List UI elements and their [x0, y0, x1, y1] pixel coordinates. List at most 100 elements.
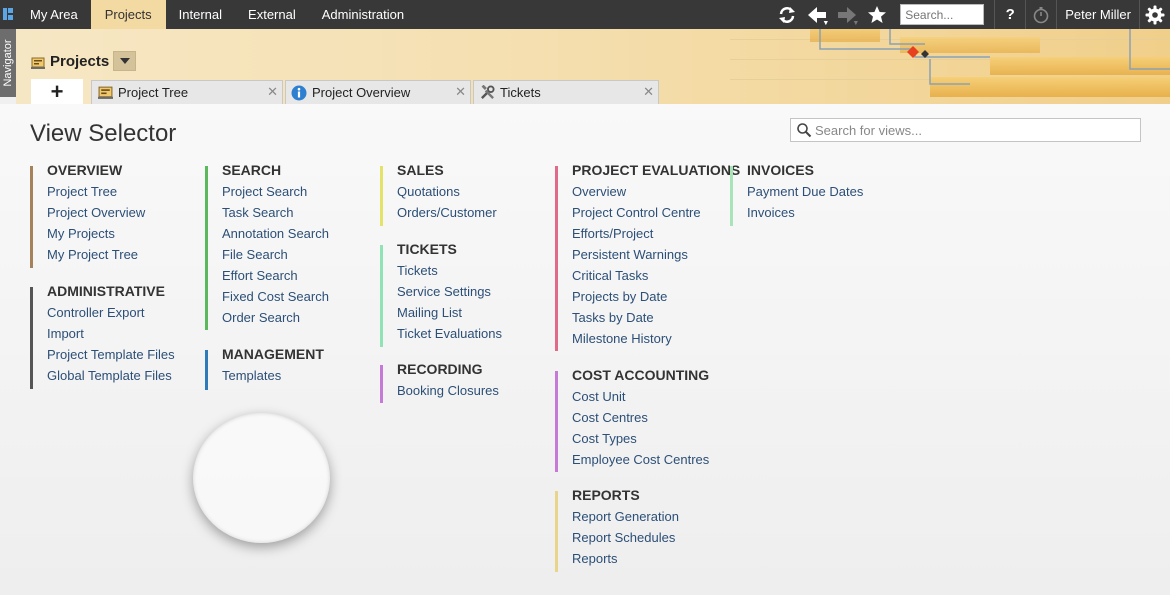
tab-project-overview[interactable]: Project Overview ✕ [285, 80, 471, 104]
view-link-controller-export[interactable]: Controller Export [47, 302, 175, 323]
view-link-project-tree[interactable]: Project Tree [47, 181, 145, 202]
gear-icon [1145, 5, 1165, 24]
view-link-invoices[interactable]: Invoices [747, 202, 863, 223]
view-link-report-generation[interactable]: Report Generation [572, 506, 679, 527]
group-heading: REPORTS [572, 487, 640, 503]
view-link-templates[interactable]: Templates [222, 365, 324, 386]
star-icon [868, 5, 887, 23]
magnifier-highlight [193, 413, 330, 543]
view-link-cost-unit[interactable]: Cost Unit [572, 386, 709, 407]
nav-tab-projects[interactable]: Projects [90, 0, 166, 29]
view-search-field[interactable]: Search for views... [790, 118, 1141, 142]
view-link-file-search[interactable]: File Search [222, 244, 329, 265]
stopwatch-icon [1033, 6, 1049, 23]
projects-menu-button[interactable] [113, 51, 136, 71]
view-link-projects-by-date[interactable]: Projects by Date [572, 286, 740, 307]
tab-project-tree[interactable]: Project Tree ✕ [91, 80, 283, 104]
view-link-overview[interactable]: Overview [572, 181, 740, 202]
group-search: SEARCH Project Search Task Search Annota… [205, 162, 329, 330]
back-button[interactable]: ▼ [802, 0, 832, 29]
nav-tab-internal[interactable]: Internal [166, 0, 235, 29]
top-bar: My Area Projects Internal External Admin… [0, 0, 1170, 29]
view-link-task-search[interactable]: Task Search [222, 202, 329, 223]
view-link-project-overview[interactable]: Project Overview [47, 202, 145, 223]
nav-tab-external[interactable]: External [235, 0, 309, 29]
close-icon[interactable]: ✕ [455, 84, 466, 100]
tab-tickets[interactable]: Tickets ✕ [473, 80, 659, 104]
help-button[interactable]: ? [995, 0, 1025, 29]
app-logo-icon[interactable] [3, 8, 13, 20]
tab-label: Project Tree [118, 85, 189, 100]
group-heading: TICKETS [397, 241, 457, 257]
refresh-button[interactable] [772, 0, 802, 29]
view-link-payment-due-dates[interactable]: Payment Due Dates [747, 181, 863, 202]
group-project-evaluations: PROJECT EVALUATIONS Overview Project Con… [555, 162, 740, 351]
favorites-button[interactable] [862, 0, 892, 29]
view-link-fixed-cost-search[interactable]: Fixed Cost Search [222, 286, 329, 307]
close-icon[interactable]: ✕ [267, 84, 278, 100]
toolbar: ▼ ▼ ? Peter Miller [772, 0, 1170, 29]
group-administrative: ADMINISTRATIVE Controller Export Import … [30, 283, 175, 389]
view-link-project-control-centre[interactable]: Project Control Centre [572, 202, 740, 223]
group-overview: OVERVIEW Project Tree Project Overview M… [30, 162, 145, 268]
chevron-down-icon [119, 58, 130, 64]
view-link-global-template-files[interactable]: Global Template Files [47, 365, 175, 386]
view-link-tickets[interactable]: Tickets [397, 260, 502, 281]
tab-label: Tickets [500, 85, 541, 100]
view-link-critical-tasks[interactable]: Critical Tasks [572, 265, 740, 286]
nav-tab-my-area[interactable]: My Area [17, 0, 91, 29]
group-heading: SALES [397, 162, 444, 178]
view-link-efforts-project[interactable]: Efforts/Project [572, 223, 740, 244]
add-tab-button[interactable]: + [31, 79, 83, 104]
view-link-persistent-warnings[interactable]: Persistent Warnings [572, 244, 740, 265]
nav-tab-administration[interactable]: Administration [309, 0, 417, 29]
view-link-quotations[interactable]: Quotations [397, 181, 497, 202]
view-link-cost-types[interactable]: Cost Types [572, 428, 709, 449]
view-link-employee-cost-centres[interactable]: Employee Cost Centres [572, 449, 709, 470]
group-heading: INVOICES [747, 162, 814, 178]
gantt-decoration [730, 29, 1170, 97]
view-link-project-search[interactable]: Project Search [222, 181, 329, 202]
group-heading: SEARCH [222, 162, 282, 178]
view-link-reports[interactable]: Reports [572, 548, 679, 569]
tab-label: Project Overview [312, 85, 411, 100]
group-tickets: TICKETS Tickets Service Settings Mailing… [380, 241, 502, 347]
main-nav: My Area Projects Internal External Admin… [17, 0, 417, 29]
navigator-toggle[interactable]: Navigator [0, 29, 16, 97]
view-link-import[interactable]: Import [47, 323, 175, 344]
view-link-my-projects[interactable]: My Projects [47, 223, 145, 244]
view-link-order-search[interactable]: Order Search [222, 307, 329, 328]
view-link-my-project-tree[interactable]: My Project Tree [47, 244, 145, 265]
group-heading: RECORDING [397, 361, 483, 377]
view-selector-title: View Selector [30, 120, 177, 147]
view-link-service-settings[interactable]: Service Settings [397, 281, 502, 302]
view-link-ticket-evaluations[interactable]: Ticket Evaluations [397, 323, 502, 344]
view-link-tasks-by-date[interactable]: Tasks by Date [572, 307, 740, 328]
view-link-mailing-list[interactable]: Mailing List [397, 302, 502, 323]
settings-button[interactable] [1140, 0, 1170, 29]
group-recording: RECORDING Booking Closures [380, 361, 499, 403]
view-link-orders-customer[interactable]: Orders/Customer [397, 202, 497, 223]
view-selector: View Selector Search for views... OVERVI… [0, 104, 1170, 595]
global-search-input[interactable] [900, 4, 985, 25]
view-link-cost-centres[interactable]: Cost Centres [572, 407, 709, 428]
view-link-project-template-files[interactable]: Project Template Files [47, 344, 175, 365]
view-link-booking-closures[interactable]: Booking Closures [397, 380, 499, 401]
user-name[interactable]: Peter Miller [1057, 0, 1139, 29]
view-link-effort-search[interactable]: Effort Search [222, 265, 329, 286]
timer-button[interactable] [1026, 0, 1056, 29]
project-tree-icon [97, 85, 113, 101]
group-heading: PROJECT EVALUATIONS [572, 162, 741, 178]
group-invoices: INVOICES Payment Due Dates Invoices [730, 162, 863, 226]
group-sales: SALES Quotations Orders/Customer [380, 162, 497, 226]
group-heading: MANAGEMENT [222, 346, 324, 362]
group-reports: REPORTS Report Generation Report Schedul… [555, 487, 679, 572]
forward-button[interactable]: ▼ [832, 0, 862, 29]
close-icon[interactable]: ✕ [643, 84, 654, 100]
view-link-milestone-history[interactable]: Milestone History [572, 328, 740, 349]
tools-icon [479, 85, 495, 101]
view-link-annotation-search[interactable]: Annotation Search [222, 223, 329, 244]
view-link-report-schedules[interactable]: Report Schedules [572, 527, 679, 548]
page-title: Projects [50, 53, 110, 70]
group-heading: ADMINISTRATIVE [47, 283, 165, 299]
